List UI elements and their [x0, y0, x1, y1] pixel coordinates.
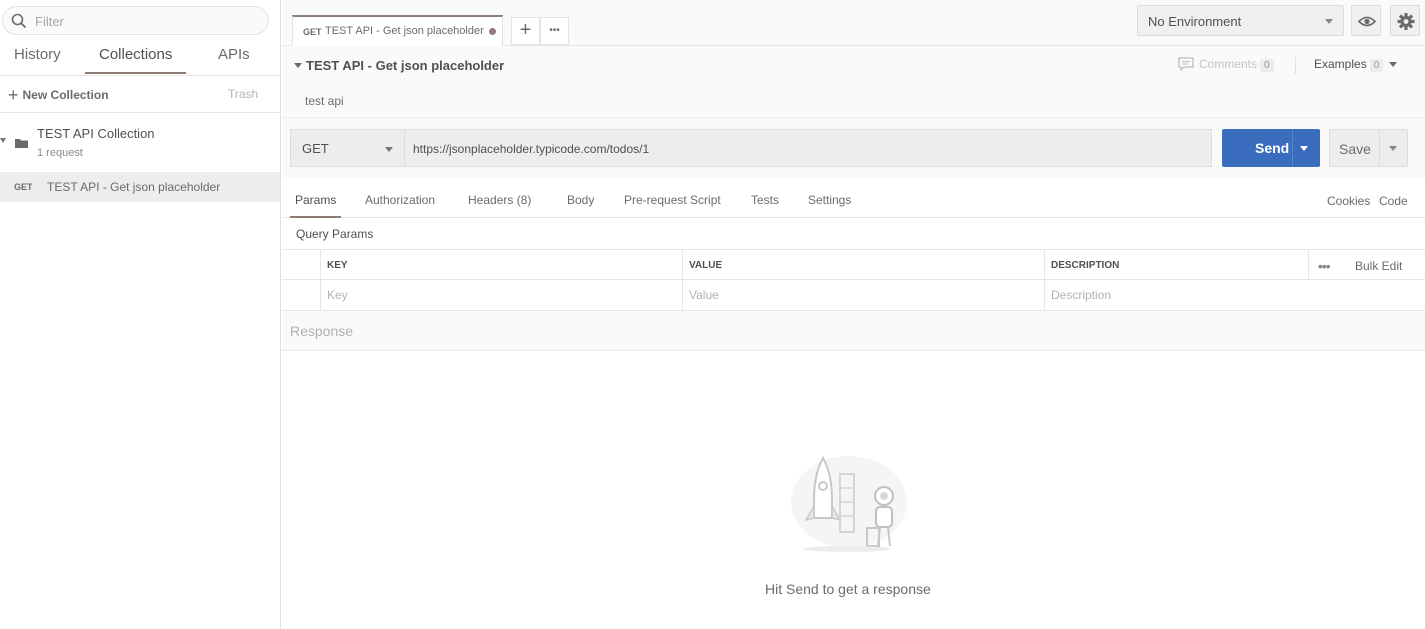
method-label: GET [302, 141, 329, 156]
bulk-edit-button[interactable]: Bulk Edit [1355, 259, 1402, 273]
value-field[interactable]: Value [682, 280, 1044, 310]
divider [0, 112, 280, 113]
send-label: Send [1255, 140, 1290, 156]
url-bar: GET https://jsonplaceholder.typicode.com… [282, 118, 1425, 178]
tab-authorization[interactable]: Authorization [365, 193, 435, 218]
new-collection-button[interactable]: + New Collection [8, 85, 109, 106]
filter-input[interactable]: Filter [2, 6, 269, 35]
tab-settings[interactable]: Settings [808, 193, 851, 218]
request-tab[interactable]: GET TEST API - Get json placeholder [292, 15, 503, 46]
folder-icon [15, 139, 28, 148]
description-field[interactable]: Description [1044, 280, 1425, 310]
examples-label: Examples [1314, 57, 1367, 71]
filter-placeholder: Filter [35, 14, 64, 29]
chevron-down-icon [1325, 19, 1333, 24]
chevron-down-icon [385, 147, 393, 152]
key-field[interactable]: Key [320, 280, 683, 310]
save-options-chevron-icon[interactable] [1389, 146, 1397, 151]
new-collection-label: New Collection [22, 88, 109, 102]
comments-button[interactable]: Comments 0 [1178, 57, 1274, 72]
tab-apis[interactable]: APIs [218, 45, 250, 74]
tab-tests[interactable]: Tests [751, 193, 779, 218]
url-value: https://jsonplaceholder.typicode.com/tod… [413, 142, 650, 156]
request-tabs: Params Authorization Headers (8) Body Pr… [282, 183, 1425, 218]
tab-pre-request-script[interactable]: Pre-request Script [624, 193, 721, 218]
divider [1292, 129, 1293, 167]
tab-collections[interactable]: Collections [85, 45, 187, 74]
comments-count-badge: 0 [1260, 59, 1274, 72]
collection-name: TEST API Collection [37, 126, 155, 141]
chevron-down-icon [1389, 62, 1398, 67]
request-header: TEST API - Get json placeholder test api… [282, 46, 1425, 118]
save-label: Save [1339, 141, 1371, 157]
sidebar-tabs: History Collections APIs [0, 45, 280, 75]
new-tab-button[interactable]: + [511, 17, 540, 45]
save-button[interactable]: Save [1329, 129, 1408, 167]
examples-count-badge: 0 [1369, 59, 1384, 72]
gear-icon [1397, 13, 1415, 30]
response-empty-hint: Hit Send to get a response [765, 581, 931, 597]
collection-item[interactable]: TEST API Collection 1 request [0, 125, 280, 167]
request-tab-method: GET [303, 27, 322, 37]
table-row: Key Value Description [282, 279, 1425, 310]
tab-history[interactable]: History [14, 45, 61, 74]
request-name: TEST API - Get json placeholder [47, 180, 221, 194]
more-tabs-button[interactable]: ••• [540, 17, 569, 45]
method-select[interactable]: GET [290, 129, 404, 167]
comment-icon [1178, 57, 1194, 71]
response-title: Response [290, 323, 354, 339]
tab-params[interactable]: Params [290, 193, 342, 218]
cookies-link[interactable]: Cookies [1327, 194, 1370, 208]
environment-quick-look-button[interactable] [1351, 5, 1381, 36]
unsaved-dot-icon [489, 28, 496, 35]
examples-button[interactable]: Examples 0 [1314, 57, 1398, 72]
divider [1295, 57, 1296, 74]
tab-headers[interactable]: Headers (8) [468, 193, 531, 218]
response-header: Response [282, 310, 1425, 351]
divider [1379, 130, 1380, 166]
collection-count: 1 request [37, 147, 83, 159]
settings-button[interactable] [1390, 5, 1420, 36]
tab-bar: GET TEST API - Get json placeholder + ••… [282, 0, 1425, 46]
table-header-row: KEY VALUE DESCRIPTION ••• Bulk Edit [282, 249, 1425, 280]
request-description[interactable]: test api [305, 94, 344, 108]
rocket-astronaut-illustration [791, 455, 907, 552]
send-options-chevron-icon[interactable] [1300, 146, 1308, 151]
send-button[interactable]: Send [1222, 129, 1320, 167]
request-title[interactable]: TEST API - Get json placeholder [306, 58, 504, 73]
caret-down-icon[interactable] [0, 138, 6, 143]
environment-label: No Environment [1148, 14, 1242, 29]
sidebar: Filter History Collections APIs + New Col… [0, 0, 281, 629]
trash-button[interactable]: Trash [228, 87, 258, 101]
header-value: VALUE [682, 250, 1044, 280]
request-tab-title: TEST API - Get json placeholder [325, 25, 484, 37]
request-method-badge: GET [14, 182, 33, 192]
sidebar-request-item[interactable]: GET TEST API - Get json placeholder [0, 172, 280, 202]
eye-icon [1357, 16, 1377, 27]
search-icon [11, 13, 27, 29]
divider [0, 75, 280, 76]
header-key: KEY [320, 250, 683, 280]
more-options-icon[interactable]: ••• [1318, 258, 1331, 274]
plus-icon: + [8, 85, 19, 105]
url-input[interactable]: https://jsonplaceholder.typicode.com/tod… [404, 129, 1212, 167]
caret-down-icon[interactable] [294, 63, 302, 68]
header-description: DESCRIPTION [1044, 250, 1309, 280]
comments-label: Comments [1199, 57, 1258, 71]
code-link[interactable]: Code [1379, 194, 1408, 208]
tab-body[interactable]: Body [567, 193, 594, 218]
environment-select[interactable]: No Environment [1137, 5, 1344, 36]
query-params-title: Query Params [296, 227, 374, 241]
